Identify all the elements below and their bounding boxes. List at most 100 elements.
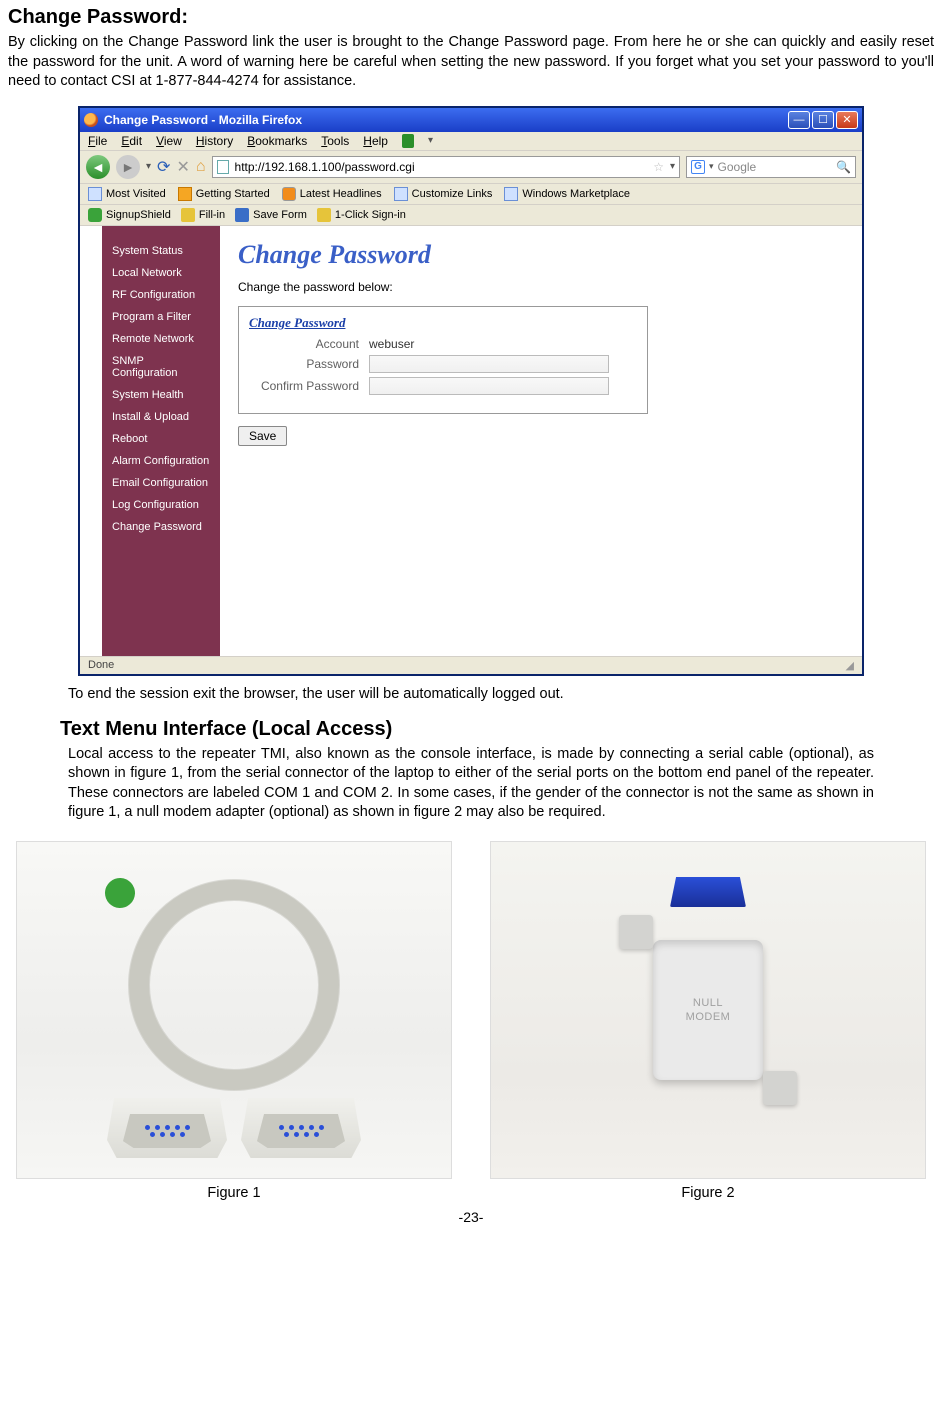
menu-help[interactable]: Help — [363, 134, 388, 148]
menu-edit[interactable]: Edit — [121, 134, 142, 148]
resize-grip-icon: ◢ — [846, 659, 854, 672]
firefox-icon — [84, 113, 98, 127]
forward-button[interactable]: ► — [116, 155, 140, 179]
db9-connector-right — [241, 1098, 361, 1158]
toolbar-fillin[interactable]: Fill-in — [181, 208, 225, 222]
search-placeholder: Google — [718, 160, 757, 174]
bookmark-most-visited[interactable]: Most Visited — [88, 187, 166, 201]
db9-connectors — [107, 1098, 361, 1158]
sidebar-item-email-configuration[interactable]: Email Configuration — [110, 472, 212, 494]
reload-button[interactable]: ⟳ — [157, 157, 170, 177]
account-value: webuser — [369, 337, 414, 351]
dropdown-arrow-icon[interactable]: ▾ — [428, 135, 433, 146]
form-title: Change Password — [249, 315, 637, 331]
adapter-flange-icon — [763, 1071, 797, 1105]
page-heading: Change Password — [238, 240, 844, 270]
adapter-flange-icon — [619, 915, 653, 949]
instruction-text: Change the password below: — [238, 280, 844, 294]
menu-bookmarks[interactable]: Bookmarks — [247, 134, 307, 148]
bookmark-star-icon[interactable]: ☆ — [653, 160, 664, 174]
menu-history[interactable]: History — [196, 134, 233, 148]
minimize-button[interactable]: — — [788, 111, 810, 129]
toolbar-signupshield[interactable]: SignupShield — [88, 208, 171, 222]
page-icon — [504, 187, 518, 201]
adapter-port-icon — [670, 877, 746, 907]
sidebar-item-remote-network[interactable]: Remote Network — [110, 328, 212, 350]
status-text: Done — [88, 659, 114, 671]
save-button[interactable]: Save — [238, 426, 287, 446]
stop-button[interactable]: ✕ — [176, 157, 189, 177]
section-body-text-menu: Local access to the repeater TMI, also k… — [68, 745, 874, 823]
password-label: Password — [249, 357, 369, 371]
figures-row: NULL MODEM — [8, 841, 934, 1179]
bookmark-customize-links[interactable]: Customize Links — [394, 187, 493, 201]
sidebar-item-change-password[interactable]: Change Password — [110, 516, 212, 538]
window-title: Change Password - Mozilla Firefox — [104, 113, 302, 127]
folder-icon — [88, 187, 102, 201]
addon-toolbar: SignupShield Fill-in Save Form 1-Click S… — [80, 205, 862, 226]
null-modem-adapter: NULL MODEM — [623, 905, 793, 1115]
menu-view[interactable]: View — [156, 134, 182, 148]
google-icon: G — [691, 160, 705, 174]
bookmark-latest-headlines[interactable]: Latest Headlines — [282, 187, 382, 201]
bookmark-windows-marketplace[interactable]: Windows Marketplace — [504, 187, 630, 201]
section-heading-change-password: Change Password: — [8, 6, 934, 29]
feed-icon — [282, 187, 296, 201]
confirm-password-label: Confirm Password — [249, 379, 369, 393]
db9-connector-left — [107, 1098, 227, 1158]
navigation-toolbar: ◄ ► ▾ ⟳ ✕ ⌂ http://192.168.1.100/passwor… — [80, 151, 862, 184]
menu-tools[interactable]: Tools — [321, 134, 349, 148]
menu-file[interactable]: File — [88, 134, 107, 148]
firefox-small-icon — [178, 187, 192, 201]
figure-2-image: NULL MODEM — [490, 841, 926, 1179]
sidebar-item-rf-configuration[interactable]: RF Configuration — [110, 284, 212, 306]
sidebar-item-local-network[interactable]: Local Network — [110, 262, 212, 284]
back-button[interactable]: ◄ — [86, 155, 110, 179]
page-number: -23- — [8, 1209, 934, 1225]
sidebar-item-snmp-configuration[interactable]: SNMP Configuration — [110, 350, 212, 384]
sidebar-item-system-health[interactable]: System Health — [110, 384, 212, 406]
page-content: System Status Local Network RF Configura… — [80, 226, 862, 656]
change-password-form: Change Password Account webuser Password… — [238, 306, 648, 414]
search-icon[interactable]: 🔍 — [836, 160, 851, 174]
url-text: http://192.168.1.100/password.cgi — [235, 160, 415, 174]
home-button[interactable]: ⌂ — [196, 158, 206, 176]
browser-screenshot: Change Password - Mozilla Firefox — ☐ ✕ … — [78, 106, 864, 676]
history-dropdown-icon[interactable]: ▾ — [146, 161, 151, 172]
url-bar[interactable]: http://192.168.1.100/password.cgi ☆ ▾ — [212, 156, 680, 178]
caption-logout: To end the session exit the browser, the… — [68, 686, 934, 702]
url-dropdown-icon[interactable]: ▾ — [670, 161, 675, 172]
section-body-change-password: By clicking on the Change Password link … — [8, 33, 934, 92]
saveform-icon — [235, 208, 249, 222]
sidebar: System Status Local Network RF Configura… — [102, 226, 220, 656]
bookmark-getting-started[interactable]: Getting Started — [178, 187, 270, 201]
main-content: Change Password Change the password belo… — [220, 226, 862, 656]
signupshield-icon — [88, 208, 102, 222]
sidebar-item-alarm-configuration[interactable]: Alarm Configuration — [110, 450, 212, 472]
bookmarks-toolbar: Most Visited Getting Started Latest Head… — [80, 184, 862, 205]
account-label: Account — [249, 337, 369, 351]
shield-icon — [402, 134, 414, 148]
window-titlebar: Change Password - Mozilla Firefox — ☐ ✕ — [80, 108, 862, 132]
maximize-button[interactable]: ☐ — [812, 111, 834, 129]
sidebar-item-install-upload[interactable]: Install & Upload — [110, 406, 212, 428]
toolbar-saveform[interactable]: Save Form — [235, 208, 307, 222]
search-box[interactable]: G ▾ Google 🔍 — [686, 156, 856, 178]
status-bar: Done ◢ — [80, 656, 862, 674]
sidebar-item-log-configuration[interactable]: Log Configuration — [110, 494, 212, 516]
section-heading-text-menu: Text Menu Interface (Local Access) — [60, 718, 934, 741]
oneclick-icon — [317, 208, 331, 222]
sidebar-item-reboot[interactable]: Reboot — [110, 428, 212, 450]
page-icon — [394, 187, 408, 201]
password-input[interactable] — [369, 355, 609, 373]
confirm-password-input[interactable] — [369, 377, 609, 395]
figure-1-image — [16, 841, 452, 1179]
menu-bar: File Edit View History Bookmarks Tools H… — [80, 132, 862, 151]
toolbar-1click-signin[interactable]: 1-Click Sign-in — [317, 208, 406, 222]
search-dropdown-icon[interactable]: ▾ — [709, 161, 714, 172]
figure-2-caption: Figure 2 — [490, 1185, 926, 1201]
close-button[interactable]: ✕ — [836, 111, 858, 129]
page-icon — [217, 160, 229, 174]
sidebar-item-system-status[interactable]: System Status — [110, 240, 212, 262]
sidebar-item-program-filter[interactable]: Program a Filter — [110, 306, 212, 328]
